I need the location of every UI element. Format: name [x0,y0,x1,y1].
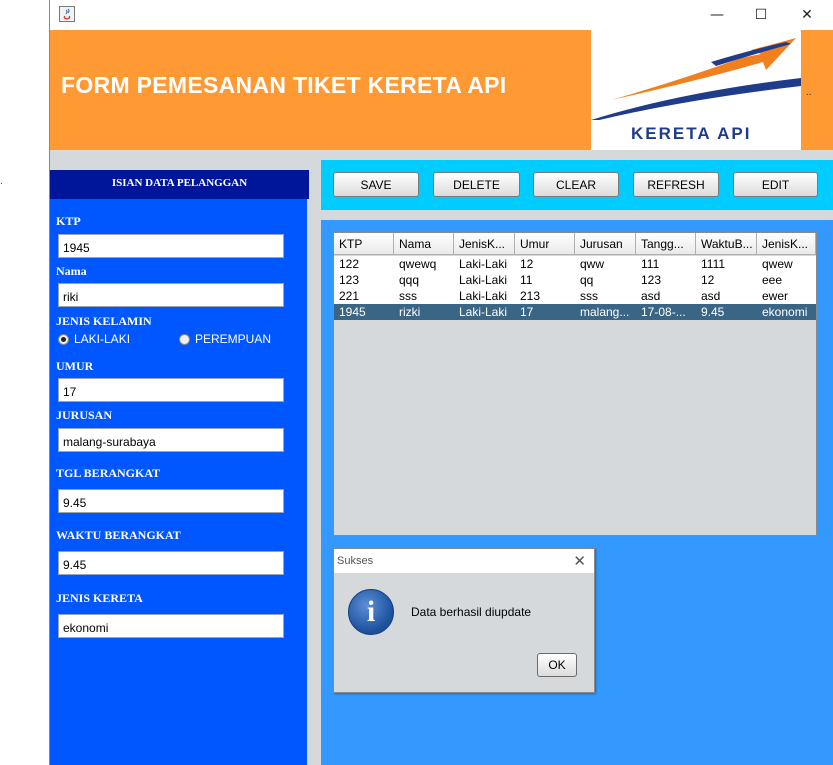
table-header: KTP Nama JenisK... Umur Jurusan Tangg... Waktu… [334,233,816,255]
table-cell: ekonomi [762,305,808,319]
tgl-berangkat-label: TGL BERANGKAT [56,466,161,480]
waktu-berangkat-label: WAKTU BERANGKAT [56,528,181,542]
ktp-input[interactable]: 1945 [58,234,284,258]
table-cell: qqq [399,273,420,287]
ktp-label: KTP [56,214,81,228]
column-header[interactable]: JenisK... [454,233,515,255]
table-cell: 1111 [701,257,726,271]
table-cell: ewer [762,289,789,303]
table-cell: 123 [339,273,360,287]
table-cell: Laki-Laki [459,289,508,303]
table-row[interactable]: 1945 rizki Laki-Laki 17 malang... 17-08-... 9.… [334,304,816,320]
table-cell: 12 [520,257,534,271]
table-cell: asd [641,289,661,303]
table-cell: eee [762,273,783,287]
table-cell: asd [701,289,721,303]
header-banner: FORM PEMESANAN TIKET KERETA API KERETA A… [50,30,833,150]
page-title: FORM PEMESANAN TIKET KERETA API [61,72,507,98]
table-cell: Laki-Laki [459,273,508,287]
table-cell: sss [580,289,598,303]
jenis-kereta-input[interactable]: ekonomi [58,614,284,638]
table-cell: sss [399,289,417,303]
table-cell: malang... [580,305,630,319]
success-dialog: Sukses ✕ i Data berhasil diupdate OK [333,548,595,693]
column-header[interactable]: Nama [394,233,454,255]
action-toolbar: SAVE DELETE CLEAR REFRESH EDIT [321,160,833,210]
jurusan-label: JURUSAN [56,408,113,422]
table-cell: qq [580,273,594,287]
title-bar: — ☐ ✕ [50,0,833,30]
dialog-title-bar: Sukses ✕ [334,549,594,573]
umur-label: UMUR [56,359,94,373]
table-cell: 9.45 [701,305,725,319]
table-row[interactable]: 122 qwewq Laki-Laki 12 qww 111 1111 qwew [334,256,816,272]
column-header[interactable]: Umur [515,233,575,255]
column-header[interactable]: Jurusan [575,233,636,255]
table-cell: 123 [641,273,662,287]
waktu-berangkat-input[interactable]: 9.45 [58,551,284,575]
radio-perempuan-label: PEREMPUAN [195,332,272,346]
clear-button[interactable]: CLEAR [533,172,619,197]
stray-dots: .. [806,87,812,98]
umur-input[interactable]: 17 [58,378,284,402]
radio-perempuan[interactable]: PEREMPUAN [179,332,271,346]
table-cell: rizki [399,305,421,319]
minimize-button[interactable]: — [694,2,740,28]
ok-button[interactable]: OK [537,653,577,677]
delete-button[interactable]: DELETE [433,172,520,197]
table-row[interactable]: 221 sss Laki-Laki 213 sss asd asd ewer [334,288,816,304]
form-header: ISIAN DATA PELANGGAN [50,170,309,199]
maximize-button[interactable]: ☐ [738,2,784,28]
dialog-message: Data berhasil diupdate [411,605,532,619]
refresh-button[interactable]: REFRESH [633,172,719,197]
table-cell: 221 [339,289,360,303]
table-cell: 17 [520,305,534,319]
radio-unselected-icon [179,334,190,345]
tgl-berangkat-input[interactable]: 9.45 [58,489,284,513]
java-app-icon [59,6,75,22]
train-swoosh-icon [591,38,801,122]
table-cell: 11 [520,273,533,287]
data-table[interactable]: KTP Nama JenisK... Umur Jurusan Tangg... Waktu… [333,232,817,536]
dialog-title: Sukses [337,555,374,567]
close-button[interactable]: ✕ [784,2,830,28]
dialog-close-icon[interactable]: ✕ [573,549,586,573]
table-cell: 122 [339,257,360,271]
column-header[interactable]: WaktuB... [696,233,757,255]
radio-laki-laki[interactable]: LAKI-LAKI [58,332,130,346]
customer-form-panel: ISIAN DATA PELANGGAN KTP 1945 Nama riki … [50,170,309,765]
table-cell: qwewq [399,257,437,271]
table-cell: 111 [641,257,660,271]
nama-input[interactable]: riki [58,283,284,307]
jurusan-input[interactable]: malang-surabaya [58,428,284,452]
radio-laki-label: LAKI-LAKI [74,332,131,346]
jenis-kelamin-label: JENIS KELAMIN [56,314,152,328]
table-cell: 12 [701,273,715,287]
table-cell: 1945 [339,305,366,319]
radio-selected-icon [58,334,69,345]
table-cell: 213 [520,289,541,303]
table-cell: Laki-Laki [459,257,508,271]
table-cell: qww [580,257,605,271]
edit-button[interactable]: EDIT [733,172,818,197]
column-header[interactable]: JenisK... [757,233,816,255]
table-row[interactable]: 123 qqq Laki-Laki 11 qq 123 12 eee [334,272,816,288]
nama-label: Nama [56,264,87,278]
table-cell: Laki-Laki [459,305,508,319]
jenis-kereta-label: JENIS KERETA [56,591,143,605]
table-cell: qwew [762,257,793,271]
column-header[interactable]: Tangg... [636,233,696,255]
stray-dot: . [0,176,3,187]
kereta-api-logo: KERETA API [591,30,801,150]
info-icon: i [348,589,394,635]
save-button[interactable]: SAVE [333,172,419,197]
table-cell: 17-08-... [641,305,686,319]
logo-text: KERETA API [631,124,752,143]
column-header[interactable]: KTP [334,233,394,255]
app-window: — ☐ ✕ FORM PEMESANAN TIKET KERETA API KE… [49,0,833,765]
